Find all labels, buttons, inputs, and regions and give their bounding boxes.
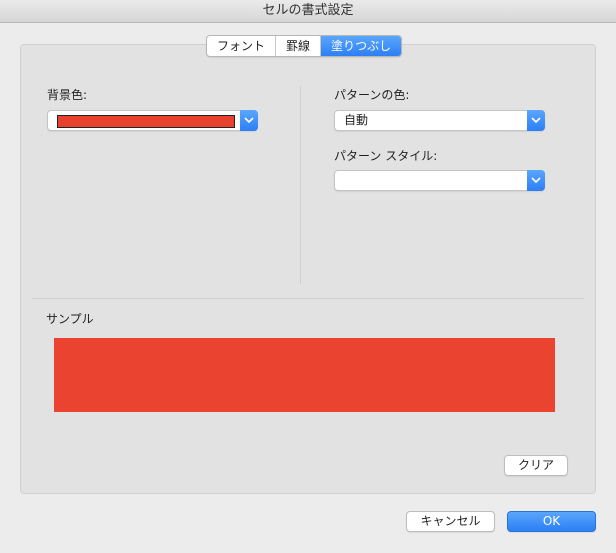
tab-font[interactable]: フォント (207, 36, 277, 56)
pattern-color-value: 自動 (344, 113, 369, 127)
pattern-style-popup[interactable] (334, 170, 545, 191)
chevron-down-icon (527, 110, 545, 131)
section-divider (32, 298, 584, 299)
pattern-color-label: パターンの色: (334, 88, 410, 102)
background-color-label: 背景色: (47, 88, 88, 102)
column-divider (300, 86, 301, 284)
sample-preview (54, 338, 555, 412)
pattern-style-label: パターン スタイル: (334, 149, 438, 163)
tab-bar: フォント 罫線 塗りつぶし (206, 35, 403, 57)
cancel-button[interactable]: キャンセル (406, 511, 495, 532)
ok-button[interactable]: OK (507, 511, 596, 532)
tab-fill[interactable]: 塗りつぶし (321, 36, 402, 56)
tab-border[interactable]: 罫線 (276, 36, 322, 56)
sample-label: サンプル (46, 312, 94, 326)
background-color-swatch (57, 115, 235, 128)
chevron-down-icon (240, 110, 258, 131)
pattern-color-popup[interactable]: 自動 (334, 110, 545, 131)
window-title: セルの書式設定 (0, 0, 616, 23)
background-color-popup[interactable] (47, 110, 258, 131)
clear-button[interactable]: クリア (504, 455, 568, 476)
chevron-down-icon (527, 170, 545, 191)
